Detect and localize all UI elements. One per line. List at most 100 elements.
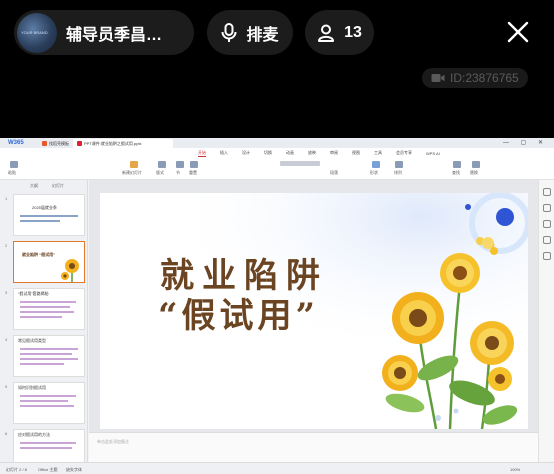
host-info[interactable]: YOUR BRAND 辅导员季昌… [14,10,194,55]
slide-thumbnail-4[interactable]: 4 常见假试用类型 [3,335,85,381]
close-button[interactable] [500,14,536,50]
status-missing-font[interactable]: 缺失字体 [66,467,82,473]
thumbnail-text-line [20,353,72,355]
design-pane-icon[interactable] [543,220,551,228]
thumbnail-preview: 就业陷阱 “假试用” [13,241,85,283]
wps-menubar: 开始 插入 设计 切换 动画 放映 审阅 视图 工具 会员专享 WPS AI [0,148,554,158]
tab-template-store[interactable]: 找稻壳模板 [38,139,73,148]
thumbnail-preview: “假试用”套路揭秘 [13,288,85,330]
menu-review[interactable]: 审阅 [330,150,338,156]
thumbnail-text-line [20,400,68,402]
tab-ppt-document[interactable]: PPT课件:就业陷阱之假试用.pptx [73,139,173,148]
thumbnail-text-line [20,442,76,444]
new-slide-icon[interactable] [130,161,138,168]
video-camera-icon [431,74,445,82]
shared-screen: W365 找稻壳模板 PPT课件:就业陷阱之假试用.pptx — ▢ ✕ 开始 … [0,138,554,474]
thumbnail-title: 应对假试用的方法 [18,432,50,437]
thumbnail-text-line [20,301,76,303]
host-name: 辅导员季昌… [66,26,163,44]
thumbnail-text-line [20,311,74,313]
animation-pane-icon[interactable] [543,204,551,212]
wps-logo[interactable]: W365 [8,140,38,146]
sidebar-tabs: 大纲 幻灯片 [0,180,87,189]
viewer-count: 13 [344,23,362,41]
thumbnail-text-line [20,358,78,360]
menu-insert[interactable]: 插入 [220,150,228,156]
thumbnail-title: 就业陷阱 “假试用” [22,252,56,257]
font-selector[interactable] [280,161,320,166]
shape-pane-icon[interactable] [543,236,551,244]
layout-icon[interactable] [158,161,166,168]
property-icon[interactable] [543,188,551,196]
thumbnail-preview: 如何识别假试用 [13,382,85,424]
thumbnail-number: 6 [5,431,8,436]
thumbnail-text-line [20,348,78,350]
ppt-file-icon [77,141,82,146]
reset-icon[interactable] [190,161,198,168]
slide-thumbnail-1[interactable]: 1 2025届就业季 [3,194,85,240]
section-icon[interactable] [176,161,184,168]
current-slide[interactable]: 就业陷阱 “假试用” [100,193,528,429]
thumbnail-preview: 2025届就业季 [13,194,85,236]
ribbon-reset: 重置 [189,170,197,175]
sunflower-thumbnail-icon [61,259,79,282]
thumbnail-text-line [20,215,78,217]
arrange-icon[interactable] [395,161,403,168]
speaker-notes[interactable]: 单击此处添加备注 [89,432,538,462]
thumbnail-text-line [20,447,72,449]
slide-thumbnail-2[interactable]: 2 就业陷阱 “假试用” [3,241,85,287]
shape-icon[interactable] [372,161,380,168]
slide-thumbnail-3[interactable]: 3 “假试用”套路揭秘 [3,288,85,334]
replace-icon[interactable] [472,161,480,168]
menu-design[interactable]: 设计 [242,150,250,156]
right-tool-strip [538,180,554,462]
thumbnail-number: 2 [5,243,8,248]
mic-queue-button[interactable]: 排麦 [207,10,293,55]
host-avatar[interactable]: YOUR BRAND [17,12,57,53]
ribbon-paste: 粘贴 [8,170,16,175]
menu-wps-ai[interactable]: WPS AI [426,151,440,156]
tab-outline[interactable]: 大纲 [30,183,38,189]
wps-titlebar: W365 找稻壳模板 PPT课件:就业陷阱之假试用.pptx — ▢ ✕ [0,138,554,148]
menu-tools[interactable]: 工具 [374,150,382,156]
notes-placeholder: 单击此处添加备注 [97,439,129,444]
window-controls[interactable]: — ▢ ✕ [503,139,548,146]
ribbon-new-slide: 新建幻灯片 [122,170,142,175]
status-theme[interactable]: Office 主题 [38,467,58,473]
paste-icon[interactable] [10,161,18,168]
slide-title-line2[interactable]: “假试用” [158,288,319,337]
transform-icon[interactable] [543,252,551,260]
menu-transition[interactable]: 切换 [264,150,272,156]
menu-slideshow[interactable]: 放映 [308,150,316,156]
menu-view[interactable]: 视图 [352,150,360,156]
status-zoom[interactable]: 100% [510,467,520,472]
thumbnail-title: 如何识别假试用 [18,385,46,390]
thumbnail-preview: 常见假试用类型 [13,335,85,377]
status-slide-count: 幻灯片 2 / 8 [6,467,27,472]
menu-animation[interactable]: 动画 [286,150,294,156]
slide-thumbnail-panel: 大纲 幻灯片 1 2025届就业季 2 就业陷阱 “假试用” 3 “假试用”套路… [0,180,88,471]
wps-statusbar: 幻灯片 2 / 8 Office 主题 缺失字体 100% [0,462,554,474]
mic-queue-label: 排麦 [246,26,279,44]
slide-thumbnail-5[interactable]: 5 如何识别假试用 [3,382,85,428]
ribbon-shape: 形状 [370,170,378,175]
menu-member[interactable]: 会员专享 [396,150,412,156]
person-icon [318,24,335,42]
ribbon-section: 节 [176,170,180,175]
find-icon[interactable] [453,161,461,168]
thumbnail-title: 2025届就业季 [32,205,57,210]
template-store-icon [42,141,47,146]
microphone-icon [221,22,237,42]
thumbnail-text-line [20,220,60,222]
ribbon-arrange: 排列 [394,170,402,175]
ribbon-paragraph: 段落 [330,170,338,175]
tab-slides[interactable]: 幻灯片 [52,183,64,189]
thumbnail-number: 3 [5,290,8,295]
thumbnail-number: 4 [5,337,8,342]
close-icon [507,21,529,43]
thumbnail-title: “假试用”套路揭秘 [18,291,49,296]
viewer-count-button[interactable]: 13 [305,10,374,55]
tab-label: 找稻壳模板 [49,140,69,146]
menu-home[interactable]: 开始 [198,150,206,157]
ribbon-find: 查找 [452,170,460,175]
